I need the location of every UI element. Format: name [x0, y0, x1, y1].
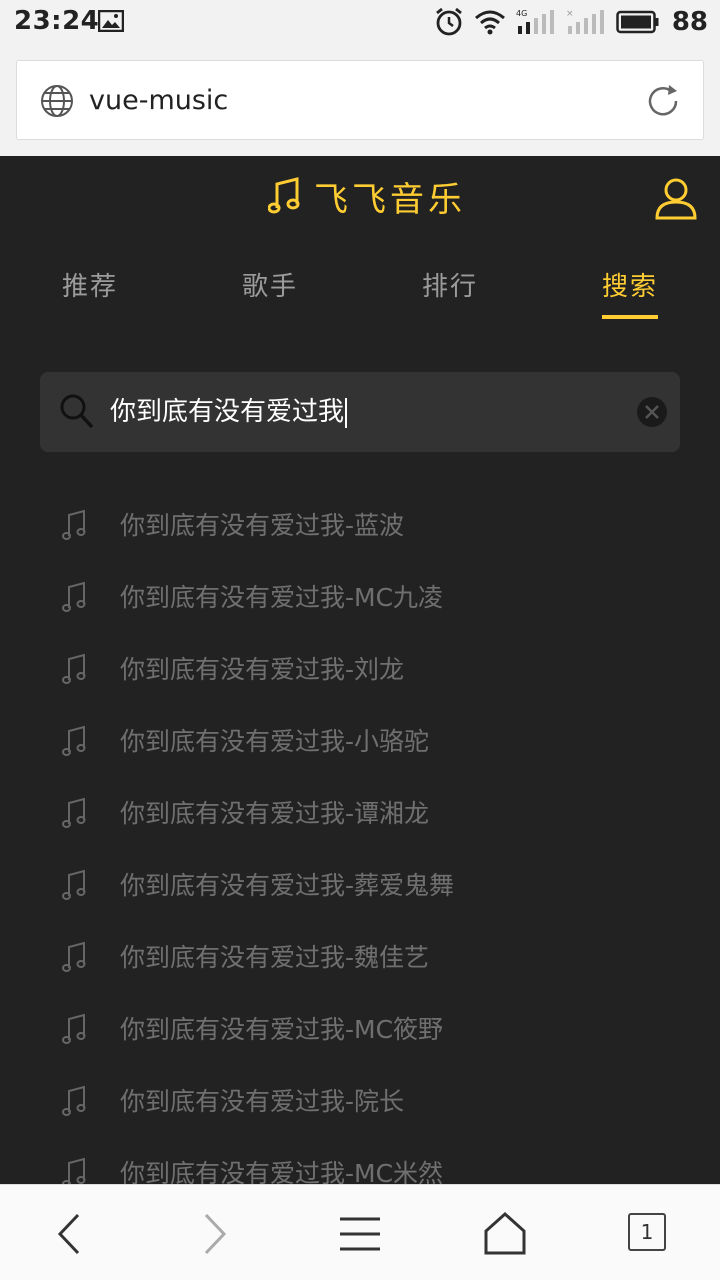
suggestion-text: 你到底有没有爱过我-MC筱野	[120, 1015, 444, 1044]
tab-label: 排行	[421, 272, 478, 302]
suggestion-item[interactable]: 你到底有没有爱过我-谭湘龙	[0, 778, 720, 850]
network-type-label: 4G	[516, 9, 527, 18]
suggestion-text: 你到底有没有爱过我-刘龙	[120, 655, 405, 684]
suggestion-item[interactable]: 你到底有没有爱过我-MC米然	[0, 1138, 720, 1184]
music-note-icon	[62, 797, 86, 828]
suggestion-item[interactable]: 你到底有没有爱过我-魏佳艺	[0, 922, 720, 994]
suggestion-text: 你到底有没有爱过我-谭湘龙	[120, 799, 430, 828]
reload-icon[interactable]	[643, 81, 683, 121]
user-icon[interactable]	[654, 176, 698, 220]
suggestion-item[interactable]: 你到底有没有爱过我-院长	[0, 1066, 720, 1138]
music-app: 飞飞音乐 推荐 歌手 排行 搜索 你到底有没有爱过我 你到底有没有爱过我-蓝波 …	[0, 156, 720, 1184]
music-note-icon	[62, 725, 86, 756]
suggestion-text: 你到底有没有爱过我-MC九凌	[120, 583, 444, 612]
app-header: 飞飞音乐	[0, 156, 720, 240]
svg-text:×: ×	[566, 9, 574, 19]
back-icon[interactable]	[44, 1209, 94, 1259]
suggestion-text: 你到底有没有爱过我-MC米然	[120, 1159, 444, 1184]
photo-notification-icon	[98, 10, 124, 32]
tab-label: 推荐	[61, 272, 118, 302]
search-box[interactable]: 你到底有没有爱过我	[40, 372, 680, 452]
search-icon	[60, 394, 94, 429]
tab-singer[interactable]: 歌手	[180, 252, 360, 322]
music-note-icon	[62, 653, 86, 684]
suggestion-text: 你到底有没有爱过我-小骆驼	[120, 727, 430, 756]
tab-label: 歌手	[241, 272, 298, 302]
music-note-icon	[268, 177, 300, 214]
battery-level: 88	[671, 7, 708, 37]
music-note-icon	[62, 1157, 86, 1184]
suggestion-item[interactable]: 你到底有没有爱过我-蓝波	[0, 490, 720, 562]
suggestion-text: 你到底有没有爱过我-魏佳艺	[120, 943, 430, 972]
url-bar[interactable]: vue-music	[16, 60, 704, 140]
suggestion-item[interactable]: 你到底有没有爱过我-MC筱野	[0, 994, 720, 1066]
status-bar: 23:24 4G × 88	[0, 0, 720, 44]
tab-rank[interactable]: 排行	[360, 252, 540, 322]
home-icon[interactable]	[480, 1209, 530, 1259]
suggestion-text: 你到底有没有爱过我-蓝波	[120, 511, 405, 540]
suggestion-item[interactable]: 你到底有没有爱过我-MC九凌	[0, 562, 720, 634]
url-text[interactable]: vue-music	[89, 83, 228, 119]
music-note-icon	[62, 1013, 86, 1044]
suggestion-item[interactable]: 你到底有没有爱过我-葬爱鬼舞	[0, 850, 720, 922]
alarm-icon	[435, 7, 462, 36]
globe-icon	[41, 85, 73, 117]
tab-search[interactable]: 搜索	[540, 252, 720, 322]
battery-icon	[616, 10, 659, 34]
app-logo: 飞飞音乐	[268, 172, 466, 220]
music-note-icon	[62, 1085, 86, 1116]
browser-toolbar: vue-music	[0, 44, 720, 156]
app-title: 飞飞音乐	[314, 179, 466, 220]
suggestion-list: 你到底有没有爱过我-蓝波 你到底有没有爱过我-MC九凌 你到底有没有爱过我-刘龙…	[0, 490, 720, 1184]
signal-no-service-icon: ×	[566, 9, 604, 34]
tab-label: 搜索	[601, 252, 658, 319]
suggestion-item[interactable]: 你到底有没有爱过我-刘龙	[0, 634, 720, 706]
music-note-icon	[62, 941, 86, 972]
tab-recommend[interactable]: 推荐	[0, 252, 180, 322]
search-input[interactable]: 你到底有没有爱过我	[110, 392, 630, 432]
menu-icon[interactable]	[335, 1209, 385, 1259]
clear-icon[interactable]	[636, 396, 668, 428]
music-note-icon	[62, 869, 86, 900]
suggestion-text: 你到底有没有爱过我-院长	[120, 1087, 405, 1116]
music-note-icon	[62, 509, 86, 540]
suggestion-item[interactable]: 你到底有没有爱过我-小骆驼	[0, 706, 720, 778]
text-caret	[345, 397, 348, 428]
music-note-icon	[62, 581, 86, 612]
forward-icon[interactable]	[190, 1209, 240, 1259]
tab-bar: 推荐 歌手 排行 搜索	[0, 252, 720, 322]
status-time: 23:24	[14, 6, 100, 36]
suggestion-text: 你到底有没有爱过我-葬爱鬼舞	[120, 871, 455, 900]
wifi-icon	[474, 10, 505, 35]
tabs-count-button[interactable]: 1	[628, 1213, 666, 1251]
search-query: 你到底有没有爱过我	[110, 397, 345, 427]
signal-4g-icon: 4G	[516, 9, 554, 34]
browser-bottom-nav: 1	[0, 1184, 720, 1280]
